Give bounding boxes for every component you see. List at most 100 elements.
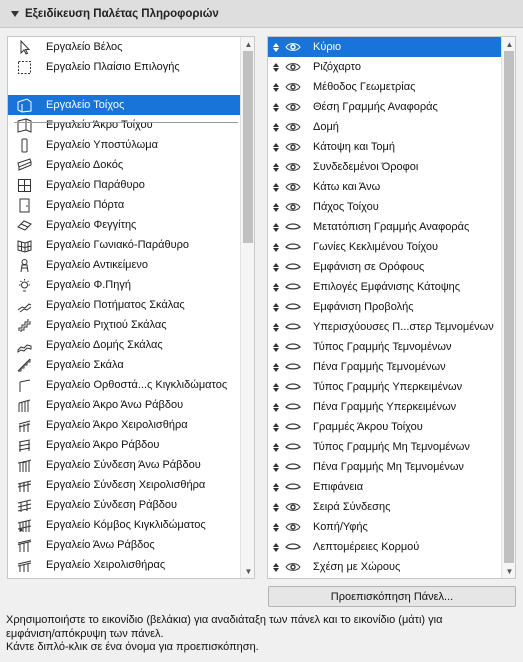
reorder-arrows-icon[interactable]: [271, 162, 281, 172]
panel-list-item[interactable]: Πάχος Τοίχου: [268, 197, 501, 217]
panel-list-item[interactable]: Λεπτομέρειες Κορμού: [268, 537, 501, 557]
panel-list-item[interactable]: Σειρά Σύνδεσης: [268, 497, 501, 517]
reorder-arrows-icon[interactable]: [271, 562, 281, 572]
reorder-arrows-icon[interactable]: [271, 362, 281, 372]
eye-closed-icon[interactable]: [285, 301, 303, 313]
reorder-arrows-icon[interactable]: [271, 542, 281, 552]
tool-list-item[interactable]: Εργαλείο Γωνιακό-Παράθυρο: [8, 235, 240, 255]
tool-list-item[interactable]: Εργαλείο Χειρολισθήρας: [8, 555, 240, 575]
reorder-arrows-icon[interactable]: [271, 42, 281, 52]
eye-closed-icon[interactable]: [285, 421, 303, 433]
tool-list-item[interactable]: Εργαλείο Άκρο Χειρολισθήρα: [8, 415, 240, 435]
eye-closed-icon[interactable]: [285, 261, 303, 273]
reorder-arrows-icon[interactable]: [271, 102, 281, 112]
panel-list-item[interactable]: Εμφάνιση σε Ορόφους: [268, 257, 501, 277]
tool-list-item[interactable]: Εργαλείο Φ.Πηγή: [8, 275, 240, 295]
eye-closed-icon[interactable]: [285, 541, 303, 553]
eye-closed-icon[interactable]: [285, 281, 303, 293]
eye-open-icon[interactable]: [285, 121, 303, 133]
scroll-up-arrow-icon[interactable]: ▲: [241, 38, 254, 50]
scroll-up-arrow-icon[interactable]: ▲: [502, 38, 515, 50]
eye-closed-icon[interactable]: [285, 341, 303, 353]
tool-list-item[interactable]: Εργαλείο Βέλος: [8, 37, 240, 57]
eye-closed-icon[interactable]: [285, 321, 303, 333]
scroll-down-arrow-icon[interactable]: ▼: [502, 565, 515, 577]
tool-list-item[interactable]: Εργαλείο Δοκός: [8, 155, 240, 175]
panel-list-item[interactable]: Επιφάνεια: [268, 477, 501, 497]
eye-open-icon[interactable]: [285, 41, 303, 53]
eye-open-icon[interactable]: [285, 101, 303, 113]
reorder-arrows-icon[interactable]: [271, 402, 281, 412]
preview-panel-button[interactable]: Προεπισκόπηση Πάνελ...: [268, 586, 516, 607]
panel-list-item[interactable]: Πένα Γραμμής Υπερκειμένων: [268, 397, 501, 417]
panel-list-item[interactable]: Υπερισχύουσες Π...στερ Τεμνομένων: [268, 317, 501, 337]
tool-list-item[interactable]: Εργαλείο Σύνδεση Χειρολισθήρα: [8, 475, 240, 495]
eye-open-icon[interactable]: [285, 161, 303, 173]
tool-list-item[interactable]: Εργαλείο Άκρο Ράβδου: [8, 435, 240, 455]
panel-list-item[interactable]: Πένα Γραμμής Τεμνομένων: [268, 357, 501, 377]
eye-open-icon[interactable]: [285, 61, 303, 73]
reorder-arrows-icon[interactable]: [271, 502, 281, 512]
scrollbar-thumb[interactable]: [243, 51, 253, 243]
tool-list-item[interactable]: Εργαλείο Ριχτιού Σκάλας: [8, 315, 240, 335]
panel-list-item[interactable]: Κοπή/Υφής: [268, 517, 501, 537]
reorder-arrows-icon[interactable]: [271, 382, 281, 392]
eye-open-icon[interactable]: [285, 501, 303, 513]
panel-list-item[interactable]: Μετατόπιση Γραμμής Αναφοράς: [268, 217, 501, 237]
panel-list-item[interactable]: Τύπος Γραμμής Τεμνομένων: [268, 337, 501, 357]
tool-list-item[interactable]: Εργαλείο Υποστύλωμα: [8, 135, 240, 155]
eye-open-icon[interactable]: [285, 521, 303, 533]
panel-list-scrollbar[interactable]: ▲ ▼: [501, 37, 515, 578]
tool-list-item[interactable]: Εργαλείο Σύνδεση Άνω Ράβδου: [8, 455, 240, 475]
tool-list-item[interactable]: Εργαλείο Σκάλα: [8, 355, 240, 375]
panel-list-item[interactable]: Κύριο: [268, 37, 501, 57]
reorder-arrows-icon[interactable]: [271, 222, 281, 232]
panel-list-item[interactable]: Πένα Γραμμής Μη Τεμνομένων: [268, 457, 501, 477]
eye-open-icon[interactable]: [285, 81, 303, 93]
panel-list-item[interactable]: Συνδεδεμένοι Όροφοι: [268, 157, 501, 177]
eye-closed-icon[interactable]: [285, 361, 303, 373]
reorder-arrows-icon[interactable]: [271, 82, 281, 92]
collapse-triangle-icon[interactable]: [11, 10, 19, 17]
eye-open-icon[interactable]: [285, 561, 303, 573]
eye-closed-icon[interactable]: [285, 241, 303, 253]
reorder-arrows-icon[interactable]: [271, 442, 281, 452]
tool-list-item[interactable]: Εργαλείο Πόρτα: [8, 195, 240, 215]
scrollbar-thumb[interactable]: [504, 51, 514, 563]
eye-open-icon[interactable]: [285, 141, 303, 153]
eye-closed-icon[interactable]: [285, 381, 303, 393]
tool-list-item[interactable]: Εργαλείο Ορθοστά...ς Κιγκλιδώματος: [8, 375, 240, 395]
reorder-arrows-icon[interactable]: [271, 322, 281, 332]
eye-closed-icon[interactable]: [285, 441, 303, 453]
tool-list-scrollbar[interactable]: ▲ ▼: [240, 37, 254, 578]
panel-list-item[interactable]: Τύπος Γραμμής Μη Τεμνομένων: [268, 437, 501, 457]
palette-header[interactable]: Εξειδίκευση Παλέτας Πληροφοριών: [0, 0, 523, 28]
tool-list-item[interactable]: Εργαλείο Τοίχος: [8, 95, 240, 115]
reorder-arrows-icon[interactable]: [271, 182, 281, 192]
reorder-arrows-icon[interactable]: [271, 262, 281, 272]
reorder-arrows-icon[interactable]: [271, 122, 281, 132]
reorder-arrows-icon[interactable]: [271, 482, 281, 492]
eye-open-icon[interactable]: [285, 201, 303, 213]
panel-list-item[interactable]: Ριζόχαρτο: [268, 57, 501, 77]
panel-list-item[interactable]: Τύπος Γραμμής Υπερκειμένων: [268, 377, 501, 397]
tool-list-item[interactable]: Εργαλείο Σύνδεση Ράβδου: [8, 495, 240, 515]
tool-list-item[interactable]: Εργαλείο Άκρο Άνω Ράβδου: [8, 395, 240, 415]
panel-list-item[interactable]: Γραμμές Άκρου Τοίχου: [268, 417, 501, 437]
reorder-arrows-icon[interactable]: [271, 522, 281, 532]
reorder-arrows-icon[interactable]: [271, 142, 281, 152]
tool-list-item[interactable]: Εργαλείο Άνω Ράβδος: [8, 535, 240, 555]
eye-closed-icon[interactable]: [285, 401, 303, 413]
eye-open-icon[interactable]: [285, 181, 303, 193]
eye-closed-icon[interactable]: [285, 481, 303, 493]
panel-list-item[interactable]: Κάτοψη και Τομή: [268, 137, 501, 157]
tool-list-item[interactable]: Εργαλείο Άκρο Τοίχου: [8, 115, 240, 135]
tool-list-item[interactable]: Εργαλείο Φεγγίτης: [8, 215, 240, 235]
panel-list-item[interactable]: Κάτω και Άνω: [268, 177, 501, 197]
reorder-arrows-icon[interactable]: [271, 282, 281, 292]
panel-list-item[interactable]: Γωνίες Κεκλιμένου Τοίχου: [268, 237, 501, 257]
reorder-arrows-icon[interactable]: [271, 242, 281, 252]
tool-list-item[interactable]: Εργαλείο Πλαίσιο Επιλογής: [8, 57, 240, 77]
panel-list-item[interactable]: Θέση Γραμμής Αναφοράς: [268, 97, 501, 117]
reorder-arrows-icon[interactable]: [271, 422, 281, 432]
